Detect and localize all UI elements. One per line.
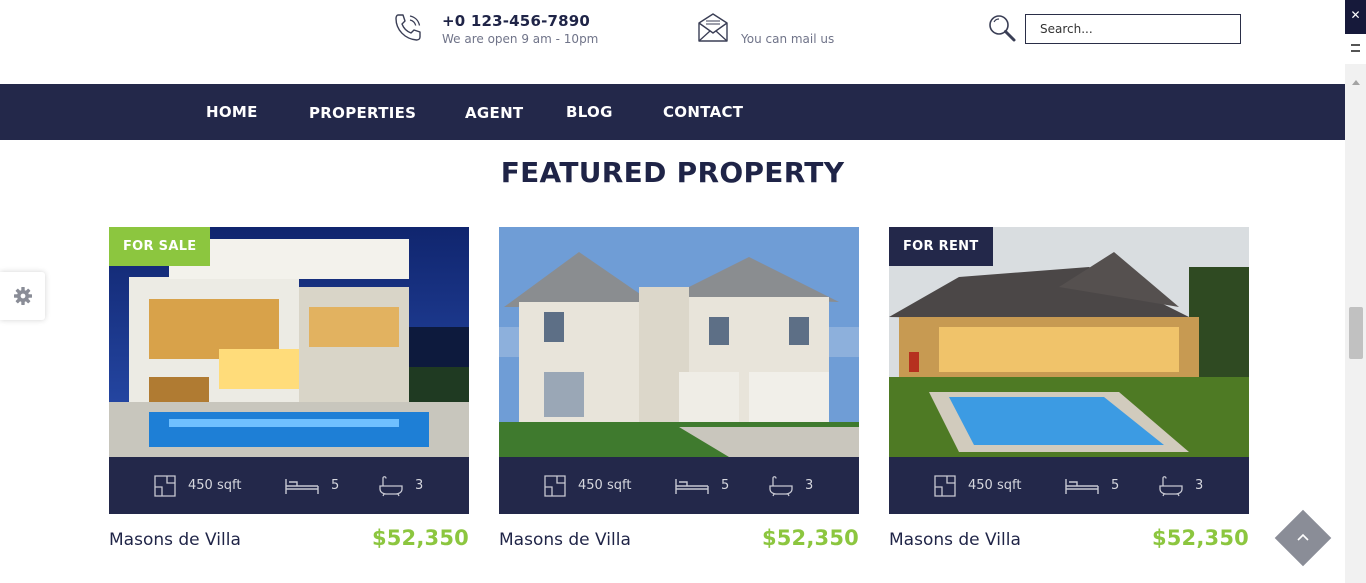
nav-item-home[interactable]: HOME (206, 103, 258, 121)
settings-button[interactable] (0, 272, 45, 320)
bed-icon (285, 478, 319, 494)
nav-item-blog[interactable]: BLOG (566, 103, 613, 121)
property-stats: 450 sqft 5 3 (499, 457, 859, 514)
opening-hours: We are open 9 am - 10pm (442, 32, 599, 46)
property-photo[interactable]: FOR SALE (109, 227, 469, 457)
beds-stat: 5 (285, 457, 339, 514)
bathtub-icon (379, 475, 403, 496)
scrollbar-thumb[interactable] (1349, 307, 1363, 359)
nav-item-properties[interactable]: PROPERTIES (309, 104, 416, 122)
bed-icon (1065, 478, 1099, 494)
beds-value: 5 (721, 478, 730, 493)
search-input[interactable] (1025, 14, 1241, 44)
property-stats: 450 sqft 5 3 (109, 457, 469, 514)
floorplan-icon (934, 474, 956, 497)
nav-item-contact[interactable]: CONTACT (663, 103, 743, 121)
status-badge: FOR RENT (889, 227, 993, 266)
baths-stat: 3 (769, 457, 813, 514)
property-name[interactable]: Masons de Villa (499, 530, 631, 550)
top-bar: +0 123-456-7890 We are open 9 am - 10pm … (0, 0, 1345, 84)
area-stat: 450 sqft (544, 457, 631, 514)
gear-icon (13, 287, 32, 305)
area-value: 450 sqft (578, 478, 632, 493)
mail-contact: You can mail us (697, 12, 834, 47)
scroll-up-arrow-icon[interactable] (1352, 80, 1360, 85)
floorplan-icon (544, 474, 566, 497)
phone-contact: +0 123-456-7890 We are open 9 am - 10pm (392, 12, 598, 47)
property-name[interactable]: Masons de Villa (889, 530, 1021, 550)
phone-number[interactable]: +0 123-456-7890 (442, 12, 598, 30)
property-price: $52,350 (371, 526, 469, 550)
property-card[interactable]: FOR RENT 450 sqft 5 3 Masons de Villa $5… (889, 227, 1249, 557)
close-icon[interactable]: ✕ (1345, 0, 1366, 34)
property-card[interactable]: 450 sqft 5 3 Masons de Villa $52,350 (499, 227, 859, 557)
section-title: FEATURED PROPERTY (500, 156, 845, 189)
bed-icon (675, 478, 709, 494)
area-value: 450 sqft (188, 478, 242, 493)
area-stat: 450 sqft (154, 457, 241, 514)
beds-value: 5 (1111, 478, 1120, 493)
baths-value: 3 (1195, 478, 1204, 493)
baths-stat: 3 (1159, 457, 1203, 514)
beds-stat: 5 (1065, 457, 1119, 514)
search-icon[interactable] (987, 13, 1017, 43)
menu-icon[interactable] (1345, 40, 1366, 64)
main-navbar: HOME PROPERTIES AGENT BLOG CONTACT (0, 84, 1345, 140)
property-stats: 450 sqft 5 3 (889, 457, 1249, 514)
beds-stat: 5 (675, 457, 729, 514)
bathtub-icon (1159, 475, 1183, 496)
area-stat: 450 sqft (934, 457, 1021, 514)
bathtub-icon (769, 475, 793, 496)
status-badge: FOR SALE (109, 227, 211, 266)
floorplan-icon (154, 474, 176, 497)
property-card[interactable]: FOR SALE 450 sqft 5 3 Masons de Villa $5… (109, 227, 469, 557)
property-name[interactable]: Masons de Villa (109, 530, 241, 550)
envelope-icon (698, 13, 728, 42)
beds-value: 5 (331, 478, 340, 493)
property-price: $52,350 (761, 526, 859, 550)
baths-stat: 3 (379, 457, 423, 514)
property-photo[interactable] (499, 227, 859, 457)
baths-value: 3 (805, 478, 814, 493)
property-photo[interactable]: FOR RENT (889, 227, 1249, 457)
mail-text[interactable]: You can mail us (741, 31, 834, 47)
chevron-up-icon[interactable] (1296, 530, 1310, 544)
area-value: 450 sqft (968, 478, 1022, 493)
property-price: $52,350 (1151, 526, 1249, 550)
baths-value: 3 (415, 478, 424, 493)
nav-item-agent[interactable]: AGENT (465, 104, 523, 122)
phone-icon (395, 14, 421, 41)
